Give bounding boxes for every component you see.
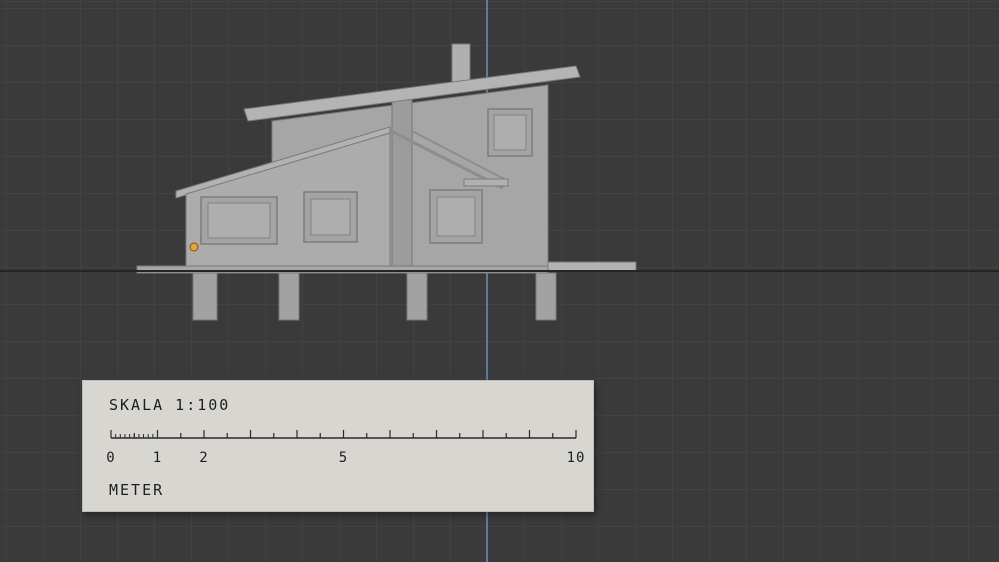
ruler-tick-label: 1 [153, 450, 162, 466]
pier[interactable] [279, 273, 299, 320]
scale-card: SKALA 1:100 0 1 2 5 10 METER [82, 380, 594, 512]
ruler-tick-label: 2 [199, 450, 208, 466]
ground-axis-line [0, 270, 999, 272]
wall-column[interactable] [392, 100, 412, 270]
ruler-tick-label: 10 [567, 450, 586, 466]
window-right-inner[interactable] [437, 197, 475, 236]
origin-dot[interactable] [190, 243, 198, 251]
scale-ruler [83, 419, 593, 445]
ruler-labels: 0 1 2 5 10 [83, 450, 593, 468]
scale-unit: METER [109, 481, 164, 499]
window-middle-inner[interactable] [311, 199, 350, 235]
chimney[interactable] [452, 44, 470, 84]
pier[interactable] [407, 273, 427, 320]
scale-title: SKALA 1:100 [109, 396, 230, 414]
pier[interactable] [536, 273, 556, 320]
window-left-inner[interactable] [208, 203, 270, 238]
window-upper-inner[interactable] [494, 115, 526, 150]
3d-viewport[interactable]: SKALA 1:100 0 1 2 5 10 METER [0, 0, 999, 562]
rafter-ledge[interactable] [464, 179, 508, 186]
pier[interactable] [193, 273, 217, 320]
ruler-tick-label: 5 [339, 450, 348, 466]
ruler-tick-label: 0 [106, 450, 115, 466]
